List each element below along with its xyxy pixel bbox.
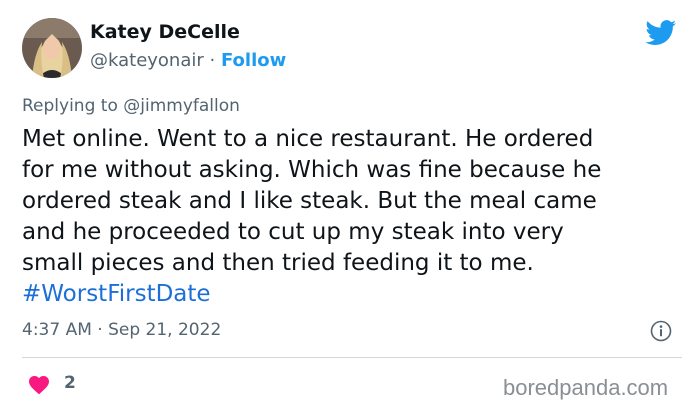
profile-photo-icon	[22, 18, 82, 78]
tweet-body: Met online. Went to a nice restaurant. H…	[22, 126, 602, 276]
heart-icon[interactable]	[27, 373, 51, 395]
tweet-timestamp[interactable]: 4:37 AM · Sep 21, 2022	[22, 320, 221, 340]
twitter-bird-icon[interactable]	[645, 20, 677, 46]
watermark: boredpanda.com	[503, 375, 669, 400]
tweet-text: Met online. Went to a nice restaurant. H…	[22, 124, 687, 310]
handle-separator: ·	[209, 50, 216, 71]
replying-to-prefix: Replying to	[22, 96, 118, 116]
tweet-date: Sep 21, 2022	[108, 320, 222, 340]
author-name[interactable]: Katey DeCelle	[90, 21, 240, 43]
follow-button[interactable]: Follow	[221, 50, 286, 71]
hashtag-link[interactable]: #WorstFirstDate	[22, 281, 211, 307]
like-count: 2	[64, 373, 76, 393]
author-handle[interactable]: @kateyonair	[90, 50, 204, 71]
author-handle-row: @kateyonair · Follow	[90, 50, 286, 71]
info-icon[interactable]	[650, 320, 672, 342]
replying-to-handle[interactable]: @jimmyfallon	[123, 96, 240, 116]
replying-to: Replying to @jimmyfallon	[22, 96, 240, 116]
timestamp-separator: ·	[97, 320, 103, 340]
avatar[interactable]	[22, 18, 82, 78]
divider	[22, 357, 682, 358]
tweet-time: 4:37 AM	[22, 320, 92, 340]
